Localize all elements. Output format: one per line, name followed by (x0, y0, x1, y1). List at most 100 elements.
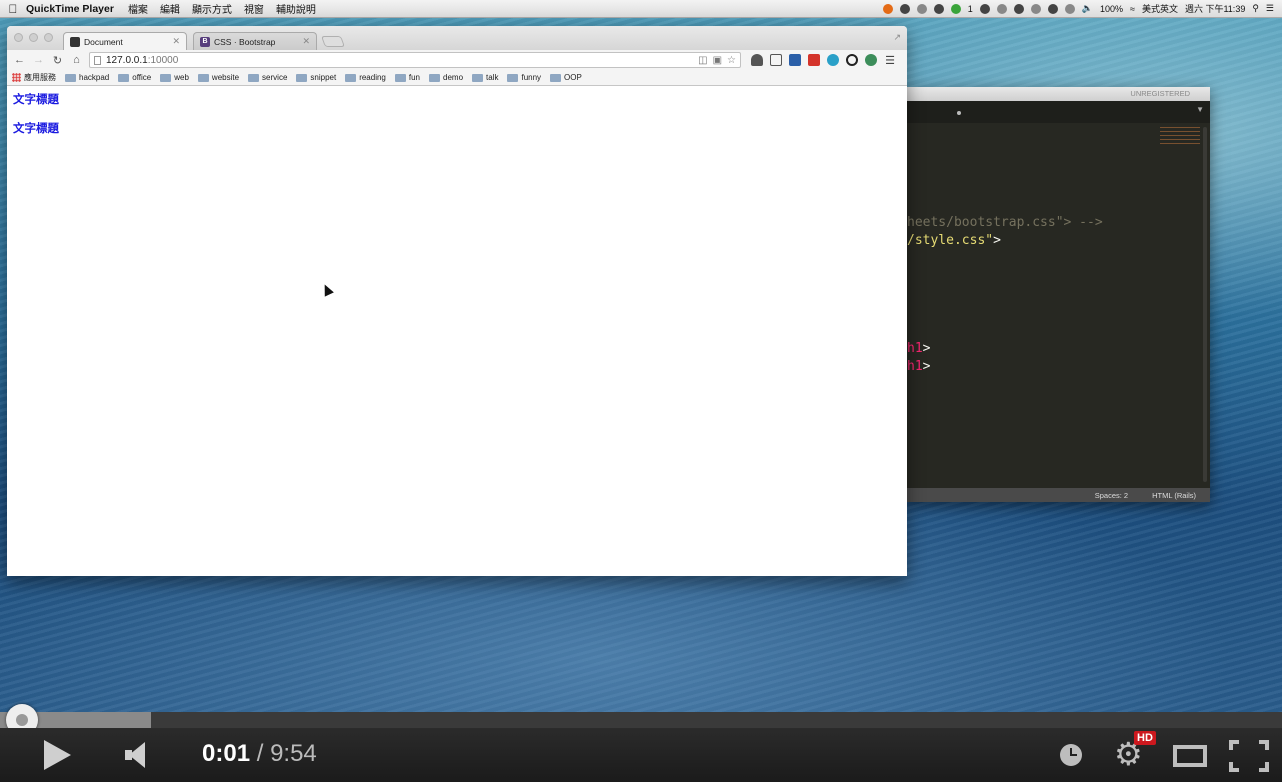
status-app-icon[interactable] (882, 3, 893, 14)
bookmark-folder[interactable]: funny (507, 73, 541, 82)
status-notification-icon[interactable] (1030, 3, 1041, 14)
menu-edit[interactable]: 編輯 (160, 1, 180, 16)
folder-icon (394, 73, 406, 82)
status-cloud-icon[interactable] (933, 3, 944, 14)
bookmark-folder[interactable]: hackpad (65, 73, 109, 82)
bookmark-folder[interactable]: fun (394, 73, 420, 82)
syntax-setting[interactable]: HTML (Rails) (1152, 491, 1196, 500)
bookmark-folder[interactable]: talk (472, 73, 498, 82)
status-dropbox-icon[interactable] (1013, 3, 1024, 14)
page-heading: 文字標題 (13, 121, 59, 135)
volume-icon[interactable] (125, 742, 147, 768)
status-airplay-icon[interactable] (1047, 3, 1058, 14)
wifi-icon[interactable]: ≈ (1130, 4, 1135, 14)
play-icon[interactable] (44, 740, 71, 770)
code-tag: h1 (907, 359, 923, 374)
back-icon[interactable]: ← (13, 54, 26, 66)
url-port: :10000 (147, 54, 179, 66)
bookmark-folder[interactable]: demo (429, 73, 463, 82)
code-string: /style.css" (907, 233, 994, 248)
menu-window[interactable]: 視窗 (244, 1, 264, 16)
editor-titlebar: UNREGISTERED (907, 87, 1210, 101)
rss-icon[interactable]: ▣ (713, 55, 722, 66)
document-favicon-icon (70, 36, 80, 47)
app-menu[interactable]: QuickTime Player (26, 3, 114, 15)
progress-bar[interactable] (0, 704, 1282, 736)
bookmark-label: service (262, 73, 288, 82)
code-punct: > (922, 341, 931, 356)
status-bubble-icon[interactable] (1064, 3, 1075, 14)
input-method[interactable]: 美式英文 (1142, 2, 1178, 15)
tab-document[interactable]: Document ✕ (63, 32, 187, 50)
close-tab-icon[interactable]: ✕ (302, 36, 310, 47)
zoom-window-button[interactable] (44, 33, 53, 42)
duration: 9:54 (270, 740, 317, 767)
status-window-icon[interactable] (996, 3, 1007, 14)
folder-icon (345, 73, 357, 82)
watch-later-icon[interactable] (1060, 744, 1082, 766)
theater-mode-icon[interactable] (1173, 745, 1207, 767)
battery-status[interactable]: 100% (1100, 4, 1123, 14)
status-sync-icon[interactable] (916, 3, 927, 14)
menubar-clock[interactable]: 週六 下午11:39 (1185, 2, 1245, 15)
apple-icon[interactable]:  (0, 2, 26, 16)
menubar-status-area: 1 🔈 100% ≈ 美式英文 週六 下午11:39 ⚲ ☰ (882, 2, 1282, 15)
bookmark-label: website (211, 73, 240, 82)
address-bar[interactable]: 127.0.0.1:10000 ◫ ▣ ☆ (89, 52, 741, 68)
bookmark-star-icon[interactable]: ☆ (727, 55, 736, 66)
reload-icon[interactable]: ↻ (51, 54, 64, 67)
chrome-menu-icon[interactable]: ☰ (884, 54, 896, 67)
notification-center-icon[interactable]: ☰ (1266, 3, 1274, 14)
close-tab-icon[interactable]: ✕ (172, 36, 180, 47)
editor-tabbar: ▼ (907, 101, 1210, 123)
home-icon[interactable]: ⌂ (70, 54, 83, 66)
block-extension-icon[interactable] (846, 54, 858, 66)
editor-code-area[interactable]: heets/bootstrap.css"> --> /style.css" > h… (907, 123, 1210, 485)
status-plus-icon[interactable] (899, 3, 910, 14)
minimize-window-button[interactable] (29, 33, 38, 42)
volume-status-icon[interactable]: 🔈 (1082, 3, 1093, 14)
code-line: heets/bootstrap.css"> --> (907, 215, 1103, 230)
tab-strip: Document ✕ B CSS · Bootstrap ✕ ↗ (7, 26, 907, 50)
new-tab-button[interactable] (320, 36, 346, 47)
tab-dropdown-icon[interactable]: ▼ (1196, 105, 1204, 114)
editor-minimap[interactable] (1160, 127, 1200, 147)
pocket-extension-icon[interactable] (789, 54, 801, 66)
status-adobe-count[interactable]: 1 (968, 4, 973, 14)
menu-file[interactable]: 檔案 (128, 1, 148, 16)
menu-view[interactable]: 顯示方式 (192, 1, 232, 16)
hd-badge: HD (1134, 731, 1156, 745)
fullscreen-window-icon[interactable]: ↗ (893, 32, 901, 43)
bookmark-folder[interactable]: service (248, 73, 287, 82)
bookmark-folder[interactable]: website (197, 73, 240, 82)
bookmark-folder[interactable]: web (160, 73, 189, 82)
screenshot-extension-icon[interactable] (770, 54, 782, 66)
spotlight-icon[interactable]: ⚲ (1252, 3, 1259, 14)
bookmark-apps[interactable]: 應用服務 (12, 72, 56, 83)
sync-extension-icon[interactable] (865, 54, 877, 66)
forward-icon[interactable]: → (32, 54, 45, 66)
evernote-extension-icon[interactable] (751, 54, 763, 66)
status-chat-icon[interactable] (950, 3, 961, 14)
page-content: 文字標題 文字標題 (7, 86, 907, 154)
bookmark-folder[interactable]: OOP (550, 73, 582, 82)
bootstrap-favicon-icon: B (200, 36, 210, 47)
bookmark-label: hackpad (79, 73, 110, 82)
unsaved-dot-icon[interactable] (957, 111, 961, 115)
fullscreen-icon[interactable] (1229, 740, 1269, 772)
indent-setting[interactable]: Spaces: 2 (1095, 491, 1128, 500)
bookmark-folder[interactable]: snippet (296, 73, 336, 82)
bookmark-folder[interactable]: office (118, 73, 151, 82)
mac-menubar:  QuickTime Player 檔案 編輯 顯示方式 視窗 輔助說明 1 … (0, 0, 1282, 18)
editor-scrollbar[interactable] (1203, 127, 1207, 482)
bookmark-folder[interactable]: reading (345, 73, 386, 82)
status-record-icon[interactable] (979, 3, 990, 14)
tab-bootstrap[interactable]: B CSS · Bootstrap ✕ (193, 32, 317, 50)
folder-icon (197, 73, 209, 82)
todo-extension-icon[interactable] (808, 54, 820, 66)
menu-help[interactable]: 輔助說明 (276, 1, 316, 16)
color-extension-icon[interactable] (827, 54, 839, 66)
code-punct: > (922, 359, 931, 374)
reader-icon[interactable]: ◫ (698, 55, 707, 66)
close-window-button[interactable] (14, 33, 23, 42)
